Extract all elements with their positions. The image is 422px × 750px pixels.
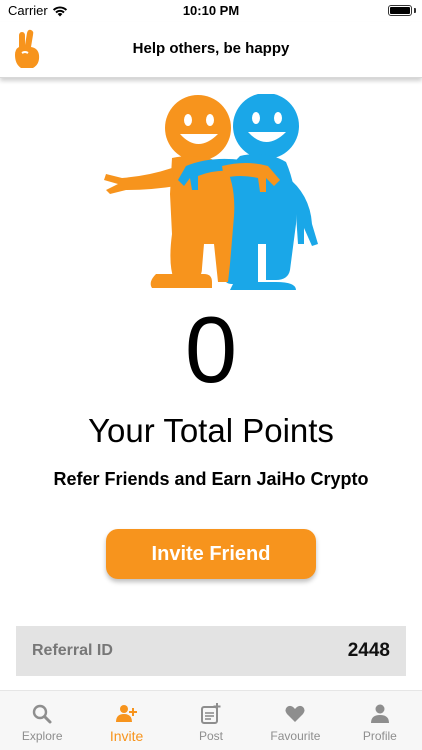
referral-id-box: Referral ID 2448 xyxy=(16,626,406,676)
tab-invite[interactable]: Invite xyxy=(84,691,168,750)
battery-tip xyxy=(414,8,416,13)
tab-invite-label: Invite xyxy=(109,728,144,744)
tab-explore[interactable]: Explore xyxy=(0,691,84,750)
tab-favourite-label: Favourite xyxy=(270,729,321,743)
invite-friend-button[interactable]: Invite Friend xyxy=(106,529,316,579)
tab-post-label: Post xyxy=(199,729,224,743)
orange-friend-figure xyxy=(104,95,235,288)
person-icon xyxy=(370,704,389,723)
tab-profile-label: Profile xyxy=(362,729,397,743)
add-user-icon xyxy=(115,705,137,722)
search-icon xyxy=(33,704,52,724)
battery-icon xyxy=(388,5,412,16)
nav-bar: Help others, be happy xyxy=(0,22,422,78)
status-bar: Carrier 10:10 PM xyxy=(0,0,422,22)
heart-icon xyxy=(285,705,305,722)
referral-id-label: Referral ID xyxy=(32,642,113,659)
blue-friend-figure xyxy=(224,94,318,290)
nav-title: Help others, be happy xyxy=(132,40,290,57)
status-time: 10:10 PM xyxy=(182,3,240,18)
tab-explore-label: Explore xyxy=(21,729,63,743)
total-points-label: Your Total Points xyxy=(88,412,334,449)
refer-subtitle: Refer Friends and Earn JaiHo Crypto xyxy=(53,469,369,489)
tab-profile[interactable]: Profile xyxy=(338,691,422,750)
tab-post[interactable]: Post xyxy=(169,691,253,750)
total-points-value: 0 xyxy=(184,297,238,402)
tab-bar: Explore Invite Post Favourite Profile xyxy=(0,690,422,750)
tab-favourite[interactable]: Favourite xyxy=(253,691,337,750)
friends-illustration xyxy=(104,94,318,290)
referral-id-value: 2448 xyxy=(347,640,390,661)
post-icon xyxy=(201,703,221,724)
